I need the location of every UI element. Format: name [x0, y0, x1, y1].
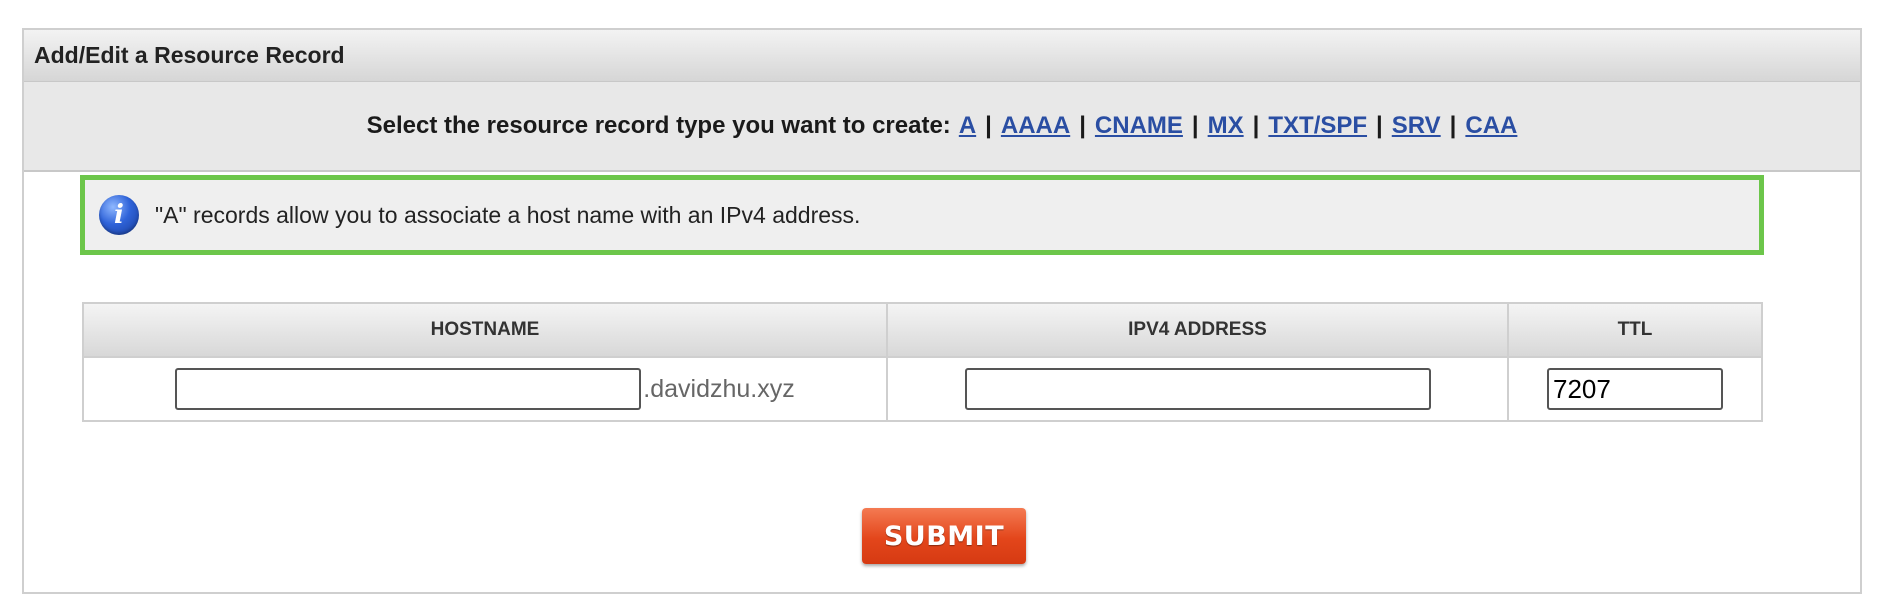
record-type-link-caa[interactable]: CAA [1465, 112, 1517, 140]
record-type-selector: Select the resource record type you want… [24, 82, 1860, 172]
record-type-link-srv[interactable]: SRV [1392, 112, 1441, 140]
panel-title: Add/Edit a Resource Record [24, 30, 1860, 82]
hostname-input[interactable] [175, 368, 642, 410]
record-type-link-cname[interactable]: CNAME [1095, 112, 1183, 140]
ipv4-address-input[interactable] [964, 368, 1431, 410]
record-table: HOSTNAME IPV4 ADDRESS TTL .davidzhu.xyz [82, 302, 1763, 422]
separator: | [1252, 112, 1260, 139]
ttl-input[interactable] [1547, 368, 1723, 410]
table-header-row: HOSTNAME IPV4 ADDRESS TTL [82, 302, 1763, 358]
ipv4-cell [886, 356, 1509, 422]
submit-button[interactable]: SUBMIT [862, 508, 1026, 564]
record-type-prompt: Select the resource record type you want… [366, 112, 951, 139]
separator: | [1079, 112, 1086, 139]
table-row: .davidzhu.xyz [82, 356, 1763, 422]
record-type-link-aaaa[interactable]: AAAA [1001, 112, 1070, 140]
hostname-cell: .davidzhu.xyz [82, 356, 888, 422]
column-header-ipv4-address: IPV4 ADDRESS [886, 302, 1509, 358]
info-message-box: i "A" records allow you to associate a h… [80, 175, 1764, 255]
separator: | [1449, 112, 1457, 139]
column-header-ttl: TTL [1507, 302, 1763, 358]
separator: | [985, 112, 992, 139]
record-type-link-mx[interactable]: MX [1208, 112, 1244, 140]
separator: | [1376, 112, 1383, 139]
record-type-link-a[interactable]: A [959, 112, 976, 140]
info-message: "A" records allow you to associate a hos… [155, 201, 861, 228]
info-icon: i [99, 195, 139, 235]
separator: | [1191, 112, 1199, 139]
ttl-cell [1507, 356, 1763, 422]
domain-suffix: .davidzhu.xyz [643, 374, 795, 403]
record-type-link-txt-spf[interactable]: TXT/SPF [1268, 112, 1367, 140]
column-header-hostname: HOSTNAME [82, 302, 888, 358]
